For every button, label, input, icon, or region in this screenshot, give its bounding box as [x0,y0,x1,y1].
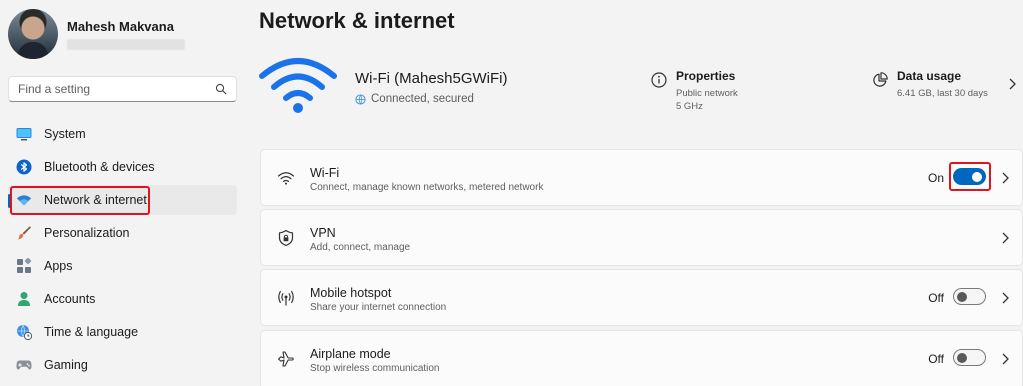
wifi-icon [16,192,32,208]
chevron-right-icon[interactable] [1001,292,1009,304]
chevron-right-icon[interactable] [1007,78,1017,90]
airplane-mode-card[interactable]: Airplane mode Stop wireless communicatio… [260,330,1023,386]
card-title: Airplane mode [310,347,391,361]
data-usage-detail: 6.41 GB, last 30 days [897,88,988,99]
vpn-settings-card[interactable]: VPN Add, connect, manage [260,209,1023,266]
sidebar-item-label: Network & internet [44,193,147,207]
wifi-toggle[interactable] [953,168,986,185]
hotspot-icon [278,290,294,306]
sidebar-item-system[interactable]: System [8,119,237,149]
card-title: Mobile hotspot [310,286,392,300]
toggle-knob [957,291,967,302]
user-profile[interactable]: Mahesh Makvana [8,9,185,59]
sidebar-item-label: Accounts [44,292,96,306]
card-subtitle: Stop wireless communication [310,363,440,374]
toggle-state-label: On [927,171,944,185]
toggle-knob [957,352,967,363]
chevron-right-icon[interactable] [1001,172,1009,184]
sidebar-item-label: Gaming [44,358,88,372]
nav-menu: System Bluetooth & devices Network & int… [8,119,237,383]
card-subtitle: Connect, manage known networks, metered … [310,182,544,193]
network-status-header: Wi-Fi (Mahesh5GWiFi) Connected, secured … [259,56,1023,136]
sidebar-item-label: Personalization [44,226,130,240]
gamepad-icon [16,357,32,373]
toggle-state-label: Off [928,291,944,305]
data-usage-link[interactable]: Data usage 6.41 GB, last 30 days [872,69,988,100]
chevron-right-icon[interactable] [1001,353,1009,365]
sidebar-item-personalization[interactable]: Personalization [8,218,237,248]
search-box[interactable] [8,76,237,102]
sidebar-item-bluetooth[interactable]: Bluetooth & devices [8,152,237,182]
globe-icon [355,93,366,105]
properties-link[interactable]: Properties Public network 5 GHz [651,69,738,113]
info-icon [651,72,667,88]
properties-title: Properties [676,69,736,83]
status-text: Connected, secured [371,93,474,105]
globe-clock-icon [16,324,32,340]
airplane-icon [277,351,294,367]
sidebar-item-gaming[interactable]: Gaming [8,350,237,380]
sidebar-item-label: Time & language [44,325,139,339]
mobile-hotspot-card[interactable]: Mobile hotspot Share your internet conne… [260,269,1023,326]
connection-status: Connected, secured [355,93,474,105]
data-usage-title: Data usage [897,69,962,83]
sidebar-item-accounts[interactable]: Accounts [8,284,237,314]
toggle-knob [972,171,982,182]
wifi-large-icon [259,58,337,113]
sidebar-item-label: Apps [44,259,73,273]
airplane-mode-toggle[interactable] [953,349,986,366]
card-title: VPN [310,226,336,240]
chevron-right-icon[interactable] [1001,232,1009,244]
card-subtitle: Share your internet connection [310,302,447,313]
card-title: Wi-Fi [310,166,340,180]
connected-network-name: Wi-Fi (Mahesh5GWiFi) [355,70,508,87]
wifi-small-icon [277,172,295,185]
paintbrush-icon [16,225,32,241]
bluetooth-icon [16,159,32,175]
sidebar-item-label: Bluetooth & devices [44,160,155,174]
toggle-state-label: Off [928,352,944,366]
sidebar-item-label: System [44,127,86,141]
pie-chart-icon [873,72,888,87]
monitor-icon [16,126,32,142]
sidebar-item-apps[interactable]: Apps [8,251,237,281]
profile-name: Mahesh Makvana [67,18,174,34]
sidebar-item-network[interactable]: Network & internet [8,185,237,215]
sidebar-item-time-language[interactable]: Time & language [8,317,237,347]
network-type: Public network [676,88,738,99]
person-icon [16,291,32,307]
card-subtitle: Add, connect, manage [310,242,411,253]
wifi-settings-card[interactable]: Wi-Fi Connect, manage known networks, me… [260,149,1023,206]
page-title: Network & internet [259,8,455,33]
shield-icon [278,229,294,247]
network-band: 5 GHz [676,101,703,112]
search-icon[interactable] [215,83,227,95]
sidebar: Mahesh Makvana System Bluetooth & device… [0,0,245,386]
apps-grid-icon [16,258,32,274]
search-input[interactable] [18,82,215,96]
hotspot-toggle[interactable] [953,288,986,305]
profile-email-redacted [67,38,185,50]
avatar [8,9,58,59]
